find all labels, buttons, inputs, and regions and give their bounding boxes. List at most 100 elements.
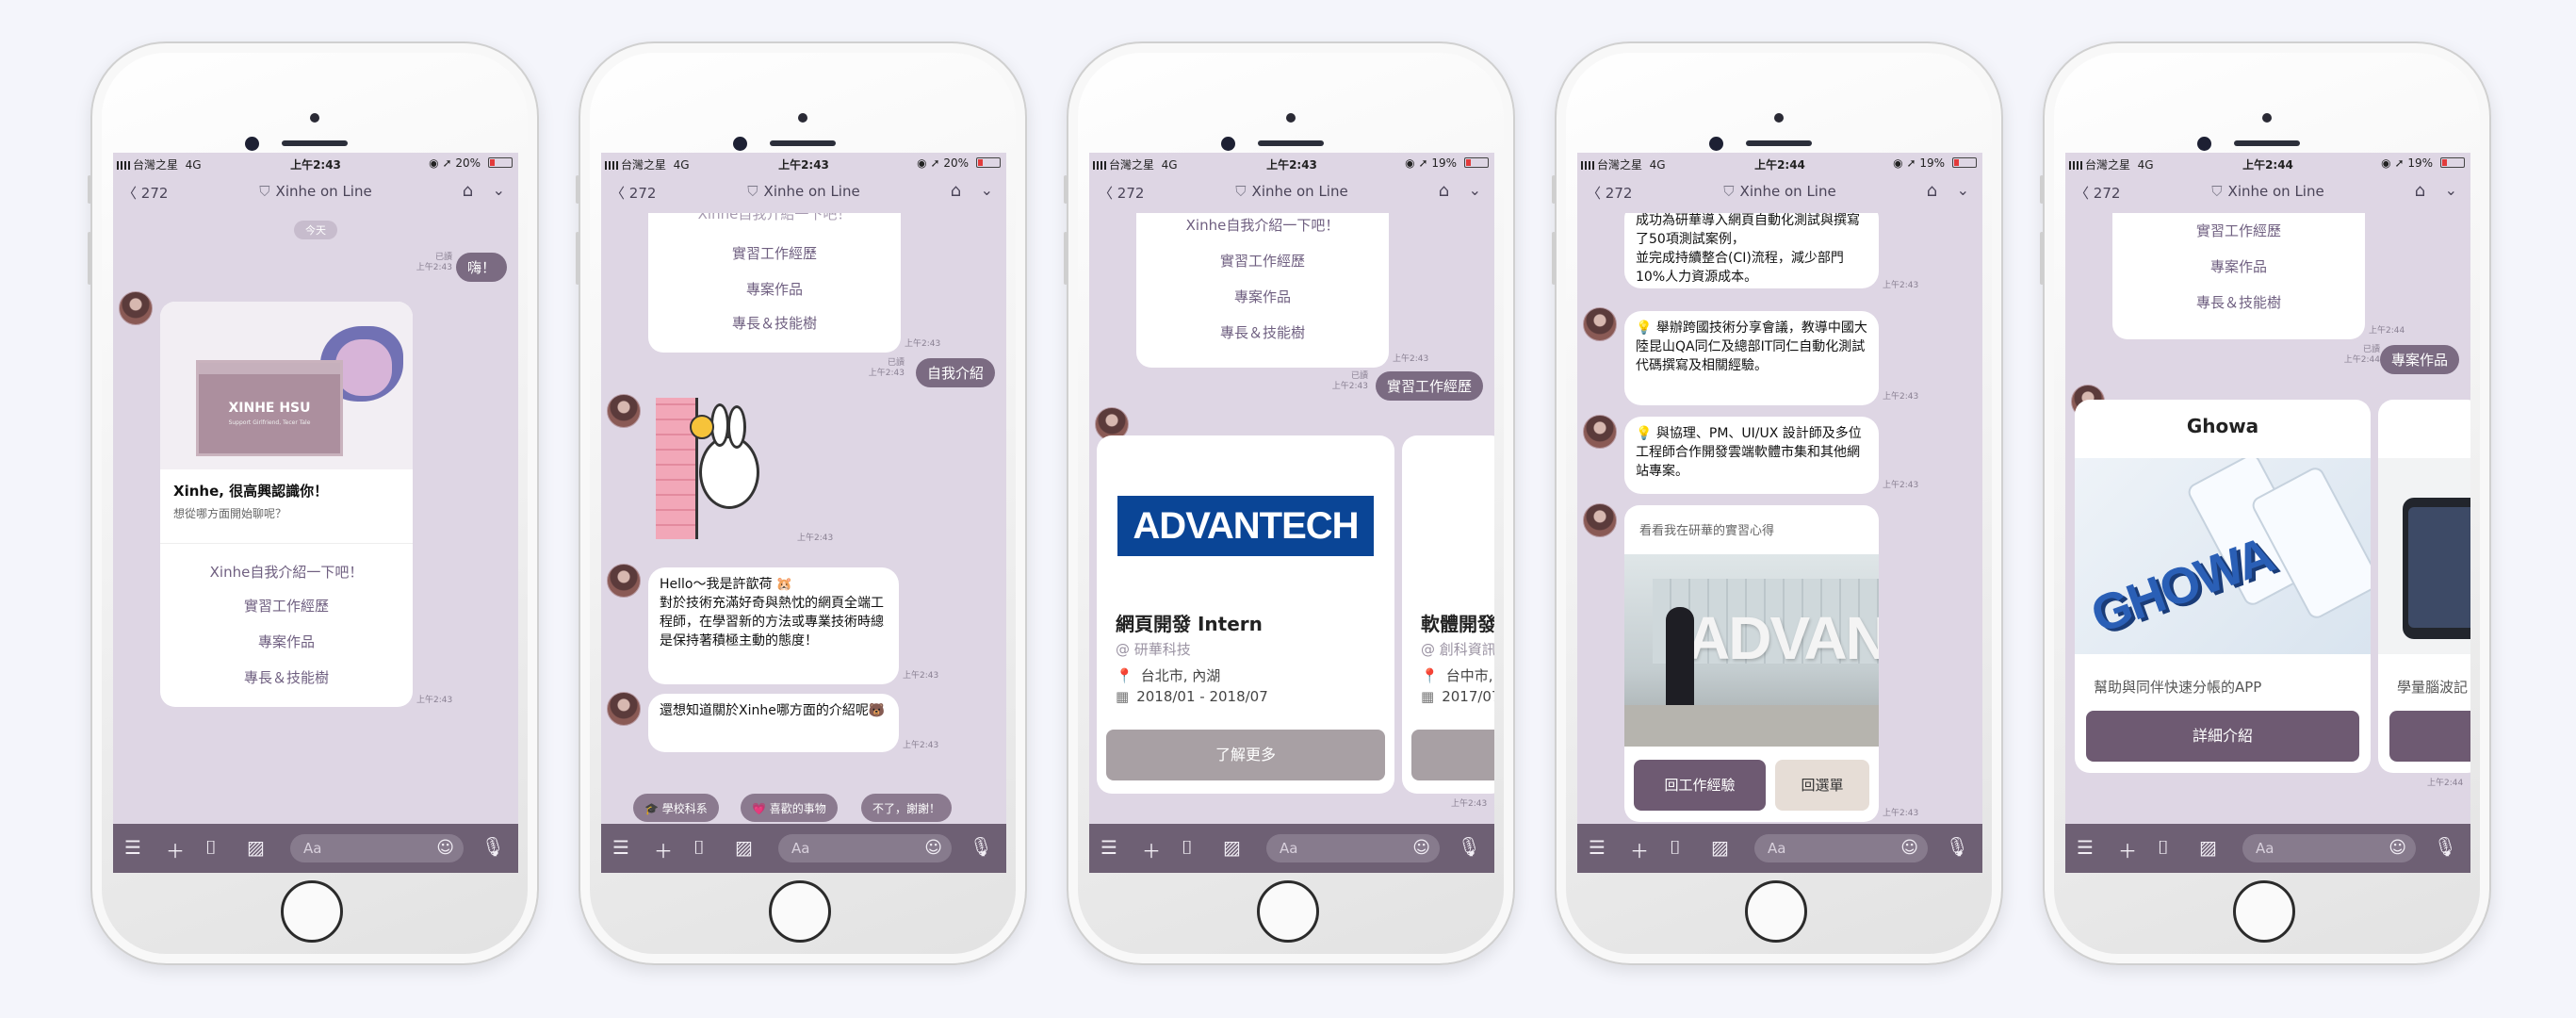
link-work-experience[interactable]: 實習工作經歷 (160, 596, 413, 616)
location-pin-icon: 📍 (1116, 667, 1133, 684)
timestamp: 上午2:43 (1883, 481, 1919, 490)
plus-icon[interactable]: ＋ (1142, 836, 1161, 863)
link-work-experience[interactable]: 實習工作經歷 (2112, 221, 2365, 240)
line-chat-screen-4: 台灣之星 4G 上午2:44 ◉ ➚ 19% 〈 272 ⛉ Xinhe on L… (1577, 153, 1982, 873)
sticker-ear (727, 405, 746, 449)
home-icon[interactable]: ⌂ (951, 181, 961, 201)
proximity-sensor (2262, 113, 2272, 123)
link-work-experience[interactable]: 實習工作經歷 (648, 243, 901, 263)
menu-list-icon[interactable]: ☰ (2077, 836, 2094, 859)
link-skills[interactable]: 專長＆技能樹 (1136, 322, 1389, 342)
quick-reply-no-thanks[interactable]: 不了，謝謝！ (861, 794, 953, 822)
plus-icon[interactable]: ＋ (1630, 836, 1649, 863)
microphone-icon[interactable]: 🎙 (1946, 835, 1969, 858)
quick-reply-school[interactable]: 🎓 學校科系 (633, 794, 719, 822)
avatar (1583, 307, 1617, 341)
project-detail-button[interactable]: 詳細介紹 (2086, 711, 2359, 762)
message-input[interactable]: Aa ☺ (1754, 834, 1928, 862)
company-name: @ 研華科技 (1116, 641, 1191, 658)
home-icon[interactable]: ⌂ (463, 181, 473, 201)
avatar (1583, 415, 1617, 449)
home-icon[interactable]: ⌂ (2415, 181, 2425, 201)
link-skills[interactable]: 專長＆技能樹 (160, 667, 413, 687)
timestamp: 上午2:44 (2427, 779, 2464, 788)
camera-icon[interactable]: ⌷ (205, 836, 217, 859)
learn-more-button[interactable]: 了解更多 (1106, 730, 1385, 780)
quick-reply-likes[interactable]: 💗 喜歡的事物 (741, 794, 838, 822)
timestamp: 上午2:43 (1393, 354, 1429, 364)
image-icon[interactable]: ▨ (1711, 836, 1729, 859)
microphone-icon[interactable]: 🎙 (970, 835, 993, 858)
menu-list-icon[interactable]: ☰ (124, 836, 141, 859)
image-icon[interactable]: ▨ (1223, 836, 1241, 859)
timestamp: 上午2:44 (2369, 326, 2405, 336)
card-title: Xinhe, 很高興認識你！ (173, 483, 329, 500)
message-input[interactable]: Aa ☺ (290, 834, 464, 862)
timestamp: 上午2:43 (903, 741, 939, 750)
menu-list-icon[interactable]: ☰ (612, 836, 629, 859)
home-icon[interactable]: ⌂ (1927, 181, 1937, 201)
chevron-down-icon[interactable]: ⌄ (981, 181, 993, 199)
menu-card: Xinhe自我介紹一下吧！ 實習工作經歷 專案作品 專長＆技能樹 (648, 213, 901, 353)
emoji-icon[interactable]: ☺ (436, 838, 454, 858)
message-input[interactable]: Aa ☺ (778, 834, 952, 862)
link-skills[interactable]: 專長＆技能樹 (2112, 292, 2365, 312)
camera-icon[interactable]: ⌷ (2158, 836, 2169, 859)
banner-window: XINHE HSU Support Girlfriend, Tecer Tale (196, 360, 343, 456)
image-icon[interactable]: ▨ (2199, 836, 2217, 859)
project-description: 幫助與同伴快速分帳的APP (2094, 679, 2262, 696)
camera-icon[interactable]: ⌷ (693, 836, 705, 859)
project2-detail-button[interactable] (2389, 711, 2470, 762)
microphone-icon[interactable]: 🎙 (481, 835, 505, 858)
link-skills[interactable]: 專長＆技能樹 (648, 313, 901, 333)
menu-list-icon[interactable]: ☰ (1101, 836, 1117, 859)
back-to-experience-button[interactable]: 回工作經驗 (1634, 760, 1766, 811)
photo-sign: ADVANTECH (1687, 604, 1879, 672)
camera-icon[interactable]: ⌷ (1670, 836, 1681, 859)
chevron-down-icon[interactable]: ⌄ (2445, 181, 2457, 199)
job-card-advantech[interactable]: ADVANTECH 網頁開發 Intern @ 研華科技 📍 台北市, 內湖 ▦ 2… (1097, 435, 1394, 794)
earpiece (770, 140, 836, 146)
link-self-intro[interactable]: Xinhe自我介紹一下吧！ (648, 213, 901, 223)
plus-icon[interactable]: ＋ (166, 836, 185, 863)
link-projects[interactable]: 專案作品 (1136, 287, 1389, 306)
menu-list-icon[interactable]: ☰ (1589, 836, 1606, 859)
link-projects[interactable]: 專案作品 (2112, 256, 2365, 276)
link-self-intro[interactable]: Xinhe自我介紹一下吧！ (160, 562, 413, 582)
back-to-menu-button[interactable]: 回選單 (1775, 760, 1869, 811)
image-icon[interactable]: ▨ (735, 836, 753, 859)
message-input[interactable]: Aa ☺ (2242, 834, 2416, 862)
camera-icon[interactable]: ⌷ (1182, 836, 1193, 859)
link-work-experience[interactable]: 實習工作經歷 (1136, 251, 1389, 271)
work-detail-message-3: 💡 與協理、PM、UI/UX 設計師及多位工程師合作開發雲端軟體市集和其他網站專… (1624, 417, 1879, 494)
plus-icon[interactable]: ＋ (2118, 836, 2137, 863)
project-card-next[interactable]: 學量腦波記 (2378, 400, 2470, 773)
battery-percent: ◉ ➚ 19% (1893, 156, 1945, 170)
emoji-icon[interactable]: ☺ (1900, 838, 1918, 858)
chevron-down-icon[interactable]: ⌄ (1469, 181, 1481, 199)
job-card-next[interactable]: 軟體開發 @ 創科資訊 📍台中市, 北 ▦2017/07 (1402, 435, 1494, 794)
microphone-icon[interactable]: 🎙 (2434, 835, 2457, 858)
message-input[interactable]: Aa ☺ (1266, 834, 1440, 862)
emoji-icon[interactable]: ☺ (2389, 838, 2406, 858)
link-projects[interactable]: 專案作品 (160, 632, 413, 651)
emoji-icon[interactable]: ☺ (1412, 838, 1430, 858)
chat-header: 〈 272 ⛉ Xinhe on Line ⌂ ⌄ (1089, 175, 1494, 209)
microphone-icon[interactable]: 🎙 (1458, 835, 1481, 858)
project-card-ghowa[interactable]: Ghowa GHOWA 幫助與同伴快速分帳的APP 詳細介紹 (2075, 400, 2371, 773)
composer-bar: ☰ ＋ ⌷ ▨ Aa ☺ 🎙 (1577, 824, 1982, 873)
image-icon[interactable]: ▨ (247, 836, 265, 859)
chevron-down-icon[interactable]: ⌄ (493, 181, 505, 199)
timestamp: 上午2:43 (1883, 809, 1919, 818)
avatar (607, 564, 641, 598)
composer-bar: ☰ ＋ ⌷ ▨ Aa ☺ 🎙 (113, 824, 518, 873)
project-title: Ghowa (2186, 415, 2259, 437)
link-projects[interactable]: 專案作品 (648, 279, 901, 299)
link-self-intro[interactable]: Xinhe自我介紹一下吧！ (1136, 215, 1389, 235)
emoji-icon[interactable]: ☺ (924, 838, 942, 858)
plus-icon[interactable]: ＋ (654, 836, 673, 863)
home-icon[interactable]: ⌂ (1439, 181, 1449, 201)
home-button (281, 880, 343, 943)
chevron-down-icon[interactable]: ⌄ (1957, 181, 1969, 199)
learn-more-button-2[interactable] (1411, 730, 1494, 780)
